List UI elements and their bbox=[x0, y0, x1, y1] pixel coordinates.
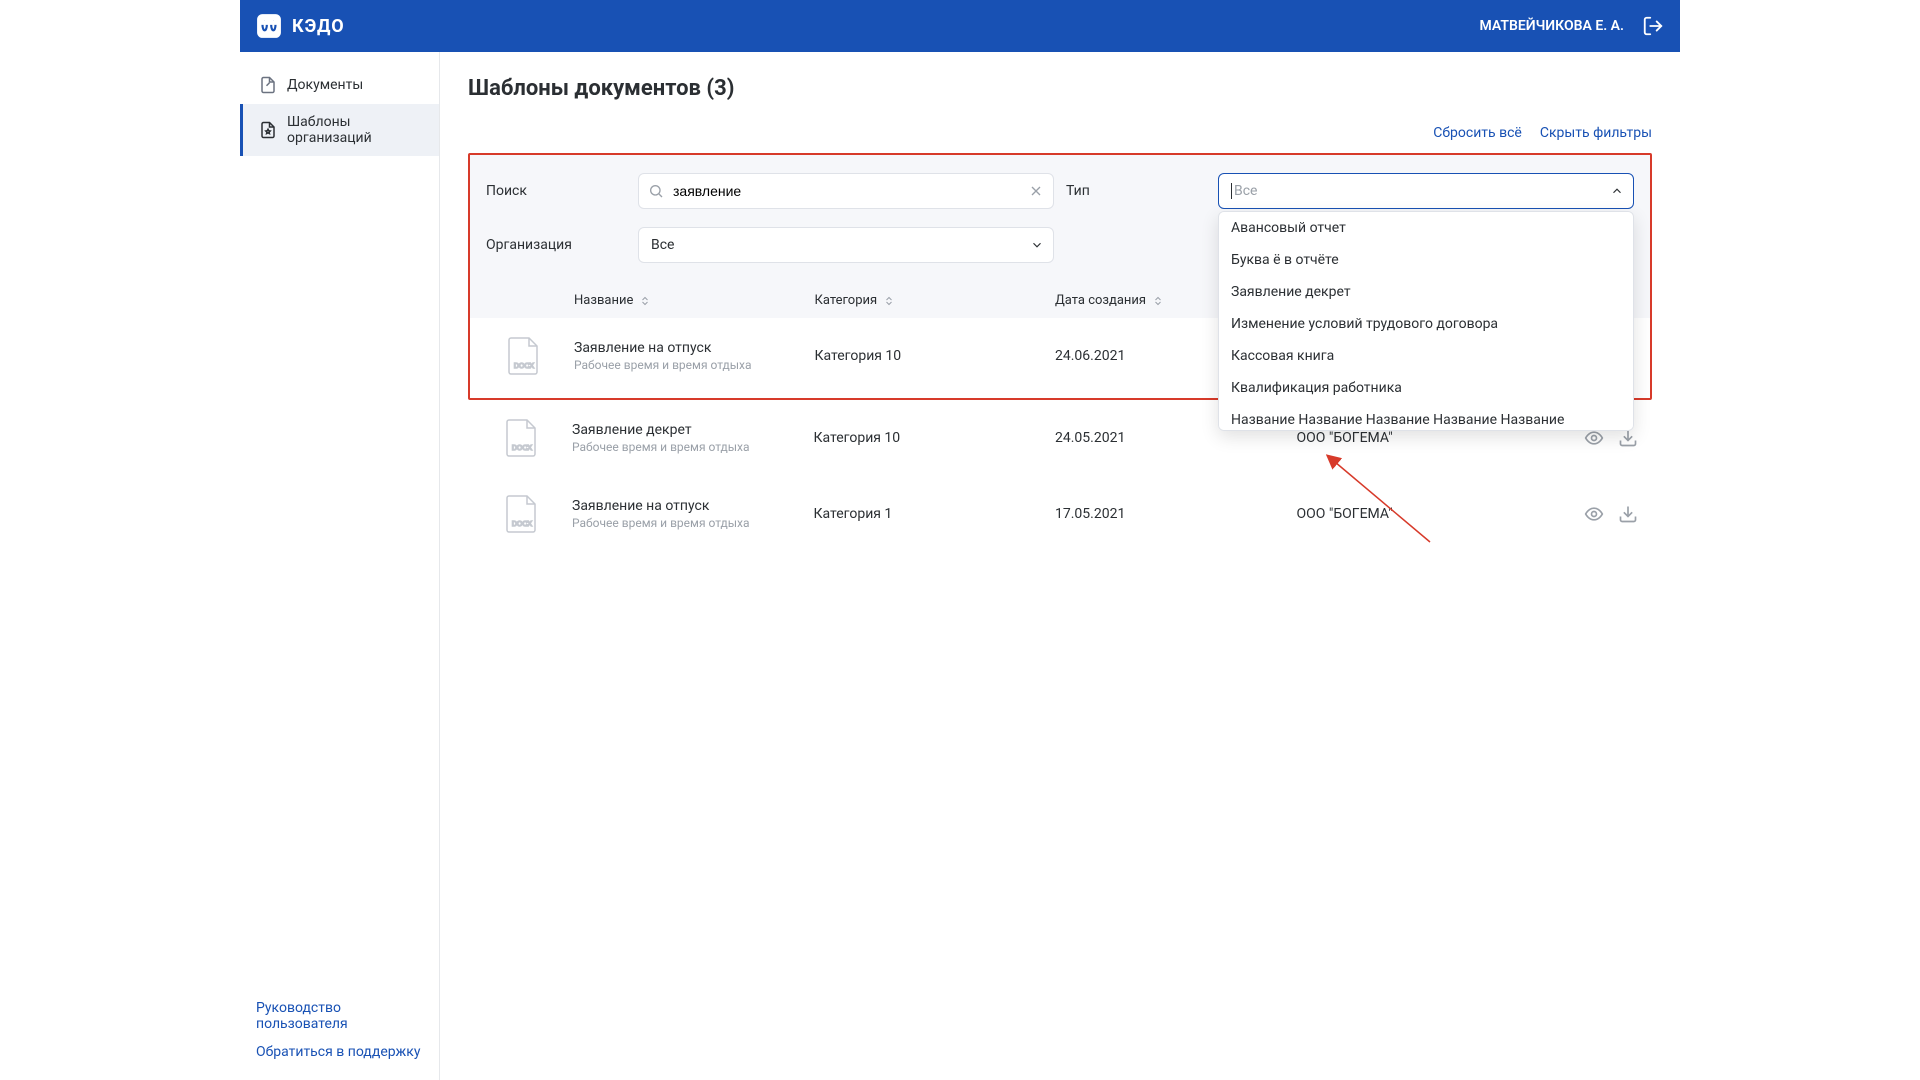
type-option[interactable]: Буква ё в отчёте bbox=[1219, 244, 1633, 276]
preview-icon[interactable] bbox=[1584, 504, 1604, 524]
type-option[interactable]: Название Название Название Название Назв… bbox=[1219, 404, 1633, 431]
type-select-wrap: Все Авансовый отчет Буква ё в отчёте Зая… bbox=[1218, 173, 1634, 209]
reset-filters-link[interactable]: Сбросить всё bbox=[1433, 125, 1522, 141]
type-select[interactable]: Все bbox=[1218, 173, 1634, 209]
annotation-highlight: Поиск Тип Все Авансовый отчет bbox=[468, 153, 1652, 400]
svg-text:DOCX: DOCX bbox=[514, 363, 535, 370]
org-select[interactable]: Все bbox=[638, 227, 1054, 263]
sidebar: Документы Шаблоны организаций Руководств… bbox=[240, 52, 440, 1080]
type-option[interactable]: Кассовая книга bbox=[1219, 340, 1633, 372]
search-label: Поиск bbox=[486, 183, 626, 199]
sidebar-item-templates[interactable]: Шаблоны организаций bbox=[240, 104, 439, 156]
sidebar-item-documents[interactable]: Документы bbox=[240, 66, 439, 104]
type-option[interactable]: Заявление декрет bbox=[1219, 276, 1633, 308]
header-user-name[interactable]: МАТВЕЙЧИКОВА Е. А. bbox=[1480, 18, 1624, 34]
sidebar-item-label: Документы bbox=[287, 77, 363, 93]
logout-icon[interactable] bbox=[1642, 15, 1664, 37]
type-dropdown: Авансовый отчет Буква ё в отчёте Заявлен… bbox=[1218, 211, 1634, 431]
template-icon bbox=[259, 121, 277, 139]
docx-icon: DOCX bbox=[505, 418, 539, 458]
download-icon[interactable] bbox=[1618, 504, 1638, 524]
search-input[interactable] bbox=[638, 173, 1054, 209]
document-icon bbox=[259, 76, 277, 94]
sidebar-item-label: Шаблоны организаций bbox=[287, 114, 423, 146]
row-name: Заявление на отпуск bbox=[574, 340, 815, 356]
type-option[interactable]: Авансовый отчет bbox=[1219, 212, 1633, 244]
org-label: Организация bbox=[486, 237, 626, 253]
row-name: Заявление на отпуск bbox=[572, 498, 814, 514]
app-name: КЭДО bbox=[292, 16, 345, 37]
row-category: Категория 10 bbox=[814, 430, 1056, 446]
svg-text:DOCX: DOCX bbox=[512, 521, 533, 528]
type-select-placeholder: Все bbox=[1231, 183, 1257, 199]
support-link[interactable]: Обратиться в поддержку bbox=[256, 1044, 423, 1060]
main-content: Шаблоны документов (3) Сбросить всё Скры… bbox=[440, 52, 1680, 1080]
download-icon[interactable] bbox=[1618, 428, 1638, 448]
row-subtitle: Рабочее время и время отдыха bbox=[574, 358, 815, 372]
row-category: Категория 1 bbox=[814, 506, 1056, 522]
sort-icon bbox=[883, 295, 895, 307]
preview-icon[interactable] bbox=[1584, 428, 1604, 448]
chevron-up-icon bbox=[1610, 184, 1624, 198]
table-row[interactable]: DOCX Заявление на отпуск Рабочее время и… bbox=[468, 476, 1652, 552]
row-subtitle: Рабочее время и время отдыха bbox=[572, 516, 814, 530]
row-name: Заявление декрет bbox=[572, 422, 814, 438]
row-date: 17.05.2021 bbox=[1055, 506, 1297, 522]
col-name[interactable]: Название bbox=[574, 293, 815, 308]
docx-icon: DOCX bbox=[507, 336, 541, 376]
sort-icon bbox=[1152, 295, 1164, 307]
row-category: Категория 10 bbox=[815, 348, 1056, 364]
chevron-down-icon bbox=[1030, 238, 1044, 252]
type-option[interactable]: Изменение условий трудового договора bbox=[1219, 308, 1633, 340]
app-header: КЭДО МАТВЕЙЧИКОВА Е. А. bbox=[240, 0, 1680, 52]
org-select-value: Все bbox=[651, 237, 674, 253]
logo-icon bbox=[256, 13, 282, 39]
row-org: ООО "БОГЕМА" bbox=[1297, 430, 1539, 446]
type-label: Тип bbox=[1066, 183, 1206, 199]
user-guide-link[interactable]: Руководство пользователя bbox=[256, 1000, 423, 1032]
filters-panel: Поиск Тип Все Авансовый отчет bbox=[470, 155, 1650, 283]
sort-icon bbox=[639, 295, 651, 307]
page-title: Шаблоны документов (3) bbox=[468, 76, 1652, 101]
row-date: 24.05.2021 bbox=[1055, 430, 1297, 446]
clear-icon[interactable] bbox=[1028, 183, 1044, 199]
row-org: ООО "БОГЕМА" bbox=[1297, 506, 1539, 522]
app-logo: КЭДО bbox=[256, 13, 345, 39]
row-subtitle: Рабочее время и время отдыха bbox=[572, 440, 814, 454]
type-option[interactable]: Квалификация работника bbox=[1219, 372, 1633, 404]
col-category[interactable]: Категория bbox=[815, 293, 1056, 308]
svg-text:DOCX: DOCX bbox=[512, 445, 533, 452]
search-icon bbox=[648, 183, 664, 199]
docx-icon: DOCX bbox=[505, 494, 539, 534]
hide-filters-link[interactable]: Скрыть фильтры bbox=[1540, 125, 1652, 141]
